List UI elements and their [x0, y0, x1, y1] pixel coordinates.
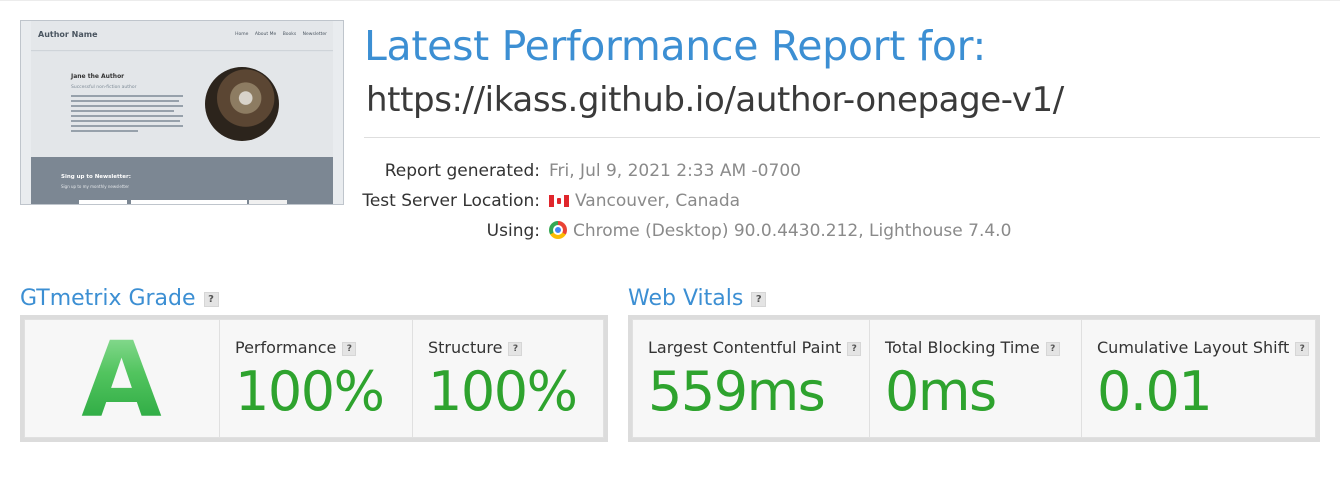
- lcp-label: Largest Contentful Paint: [648, 338, 842, 357]
- section-title: Web Vitals: [628, 286, 744, 311]
- performance-cell: Performance? 100%: [219, 320, 412, 437]
- structure-label: Structure: [428, 338, 503, 357]
- tbt-cell: Total Blocking Time? 0ms: [869, 320, 1081, 437]
- meta-value: Fri, Jul 9, 2021 2:33 AM -0700: [549, 161, 801, 181]
- thumbnail-author-photo: [205, 67, 279, 141]
- metric-label: Largest Contentful Paint?: [648, 338, 862, 357]
- thumbnail-navbar: Author Name Home About Me Books Newslett…: [31, 21, 333, 51]
- page-screenshot-thumbnail[interactable]: Author Name Home About Me Books Newslett…: [20, 20, 344, 205]
- web-vitals-heading: Web Vitals?: [628, 286, 767, 311]
- metric-label: Cumulative Layout Shift?: [1097, 338, 1310, 357]
- thumbnail-page: Author Name Home About Me Books Newslett…: [31, 21, 333, 204]
- thumbnail-nav-link: Newsletter: [302, 32, 327, 37]
- cls-value: 0.01: [1097, 360, 1213, 423]
- thumbnail-nav-link: Home: [235, 32, 249, 37]
- structure-value: 100%: [428, 360, 578, 423]
- meta-row-server-location: Test Server Location: Vancouver, Canada: [340, 191, 1240, 215]
- metric-label: Performance?: [235, 338, 357, 357]
- performance-label: Performance: [235, 338, 337, 357]
- metric-label: Total Blocking Time?: [885, 338, 1060, 357]
- tbt-label: Total Blocking Time: [885, 338, 1040, 357]
- help-icon[interactable]: ?: [847, 342, 862, 356]
- thumbnail-hero-text: [71, 95, 183, 135]
- thumbnail-nav-link: Books: [282, 32, 297, 37]
- thumbnail-email-input: [131, 200, 247, 204]
- help-icon[interactable]: ?: [203, 292, 219, 307]
- canada-flag-icon: [549, 195, 569, 207]
- lcp-cell: Largest Contentful Paint? 559ms: [633, 320, 869, 437]
- thumbnail-newsletter-title: Sing up to Newsletter:: [61, 174, 131, 180]
- thumbnail-nav-links: Home About Me Books Newsletter: [230, 32, 327, 37]
- cls-label: Cumulative Layout Shift: [1097, 338, 1290, 357]
- meta-label: Report generated:: [384, 161, 540, 181]
- meta-label: Using:: [486, 221, 540, 241]
- section-title: GTmetrix Grade: [20, 286, 196, 311]
- report-url: https://ikass.github.io/author-onepage-v…: [366, 80, 1064, 120]
- web-vitals-panel: Largest Contentful Paint? 559ms Total Bl…: [628, 315, 1320, 442]
- thumbnail-name-input: [79, 200, 127, 204]
- structure-cell: Structure? 100%: [412, 320, 605, 437]
- thumbnail-newsletter: Sing up to Newsletter: Sign up to my mon…: [31, 157, 333, 204]
- gtmetrix-grade-heading: GTmetrix Grade?: [20, 286, 219, 311]
- help-icon[interactable]: ?: [1045, 342, 1060, 356]
- vitals-panel-inner: Largest Contentful Paint? 559ms Total Bl…: [632, 319, 1316, 438]
- chrome-icon: [549, 221, 567, 239]
- help-icon[interactable]: ?: [1295, 342, 1310, 356]
- meta-value: Vancouver, Canada: [549, 191, 740, 211]
- help-icon[interactable]: ?: [508, 342, 523, 356]
- grade-letter: A: [25, 320, 218, 437]
- metric-label: Structure?: [428, 338, 523, 357]
- top-divider: [0, 0, 1340, 1]
- performance-value: 100%: [235, 360, 385, 423]
- thumbnail-hero-subtitle: Successful non-fiction author: [71, 85, 137, 90]
- thumbnail-nav-link: About Me: [254, 32, 277, 37]
- thumbnail-hero: Jane the Author Successful non-fiction a…: [31, 52, 333, 157]
- thumbnail-brand: Author Name: [38, 30, 98, 39]
- grade-panel-inner: A Performance? 100% Structure? 100%: [24, 319, 604, 438]
- meta-row-using: Using: Chrome (Desktop) 90.0.4430.212, L…: [340, 221, 1240, 245]
- page-title: Latest Performance Report for:: [364, 22, 986, 70]
- header-divider: [364, 137, 1320, 138]
- meta-label: Test Server Location:: [362, 191, 540, 211]
- lcp-value: 559ms: [648, 360, 826, 423]
- grade-cell: A: [25, 320, 219, 437]
- help-icon[interactable]: ?: [751, 292, 767, 307]
- help-icon[interactable]: ?: [342, 342, 357, 356]
- meta-value: Chrome (Desktop) 90.0.4430.212, Lighthou…: [549, 221, 1011, 241]
- thumbnail-subscribe-button: [249, 200, 287, 204]
- report-date: Fri, Jul 9, 2021 2:33 AM -0700: [549, 161, 801, 181]
- server-location: Vancouver, Canada: [575, 191, 741, 211]
- gtmetrix-grade-panel: A Performance? 100% Structure? 100%: [20, 315, 608, 442]
- meta-row-report-generated: Report generated: Fri, Jul 9, 2021 2:33 …: [340, 161, 1240, 185]
- thumbnail-hero-name: Jane the Author: [71, 73, 125, 80]
- tbt-value: 0ms: [885, 360, 997, 423]
- cls-cell: Cumulative Layout Shift? 0.01: [1081, 320, 1315, 437]
- browser-info: Chrome (Desktop) 90.0.4430.212, Lighthou…: [573, 221, 1012, 241]
- thumbnail-newsletter-subtitle: Sign up to my monthly newsletter: [61, 184, 130, 189]
